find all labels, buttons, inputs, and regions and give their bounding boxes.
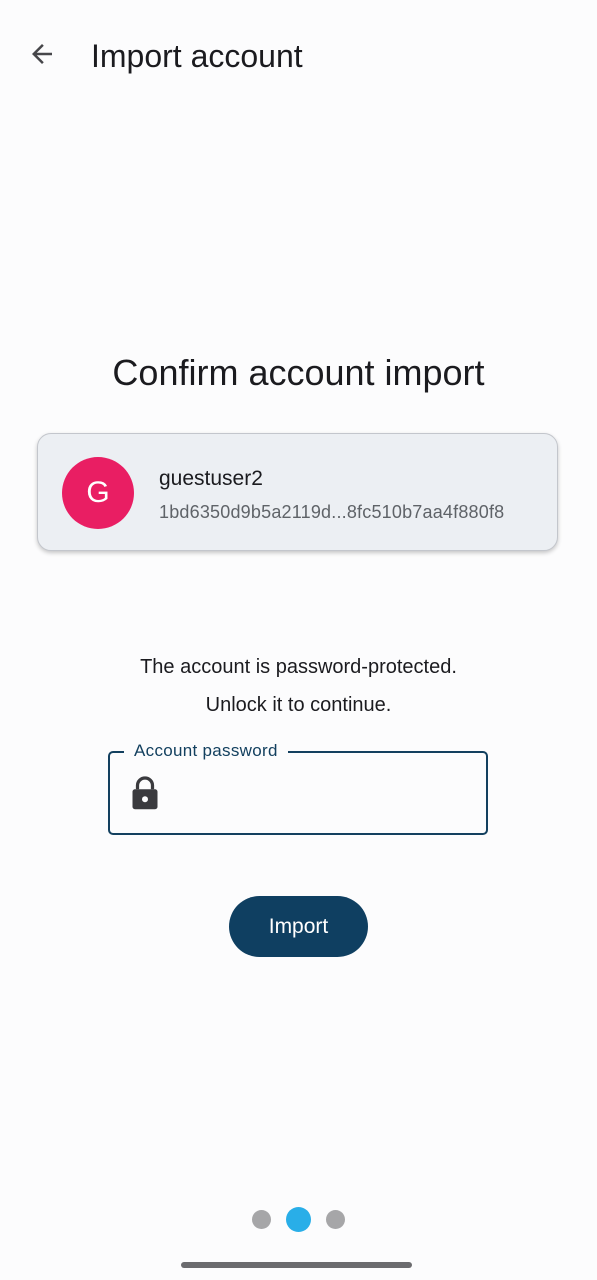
password-field-label: Account password <box>124 740 288 762</box>
lock-icon <box>132 776 158 810</box>
password-input[interactable] <box>176 773 470 815</box>
import-button[interactable]: Import <box>229 896 368 957</box>
unlock-instruction: Unlock it to continue. <box>205 694 392 716</box>
page-heading: Confirm account import <box>112 352 485 393</box>
account-password-field[interactable]: Account password <box>108 740 488 835</box>
password-protected-message: The account is password-protected. <box>140 656 457 678</box>
page-indicator <box>0 1206 597 1232</box>
arrow-left-icon <box>32 44 52 64</box>
account-name: guestuser2 <box>159 467 263 490</box>
avatar: G <box>62 457 134 529</box>
home-indicator[interactable] <box>181 1262 412 1268</box>
app-bar: Import account <box>0 0 597 112</box>
page-indicator-dot <box>326 1210 345 1229</box>
page-indicator-dot-active <box>286 1207 311 1232</box>
account-id: 1bd6350d9b5a2119d...8fc510b7aa4f880f8 <box>159 502 505 522</box>
page-indicator-dot <box>252 1210 271 1229</box>
screen-title: Import account <box>91 38 303 74</box>
account-card: G guestuser2 1bd6350d9b5a2119d...8fc510b… <box>37 433 558 551</box>
back-button[interactable] <box>22 34 62 74</box>
